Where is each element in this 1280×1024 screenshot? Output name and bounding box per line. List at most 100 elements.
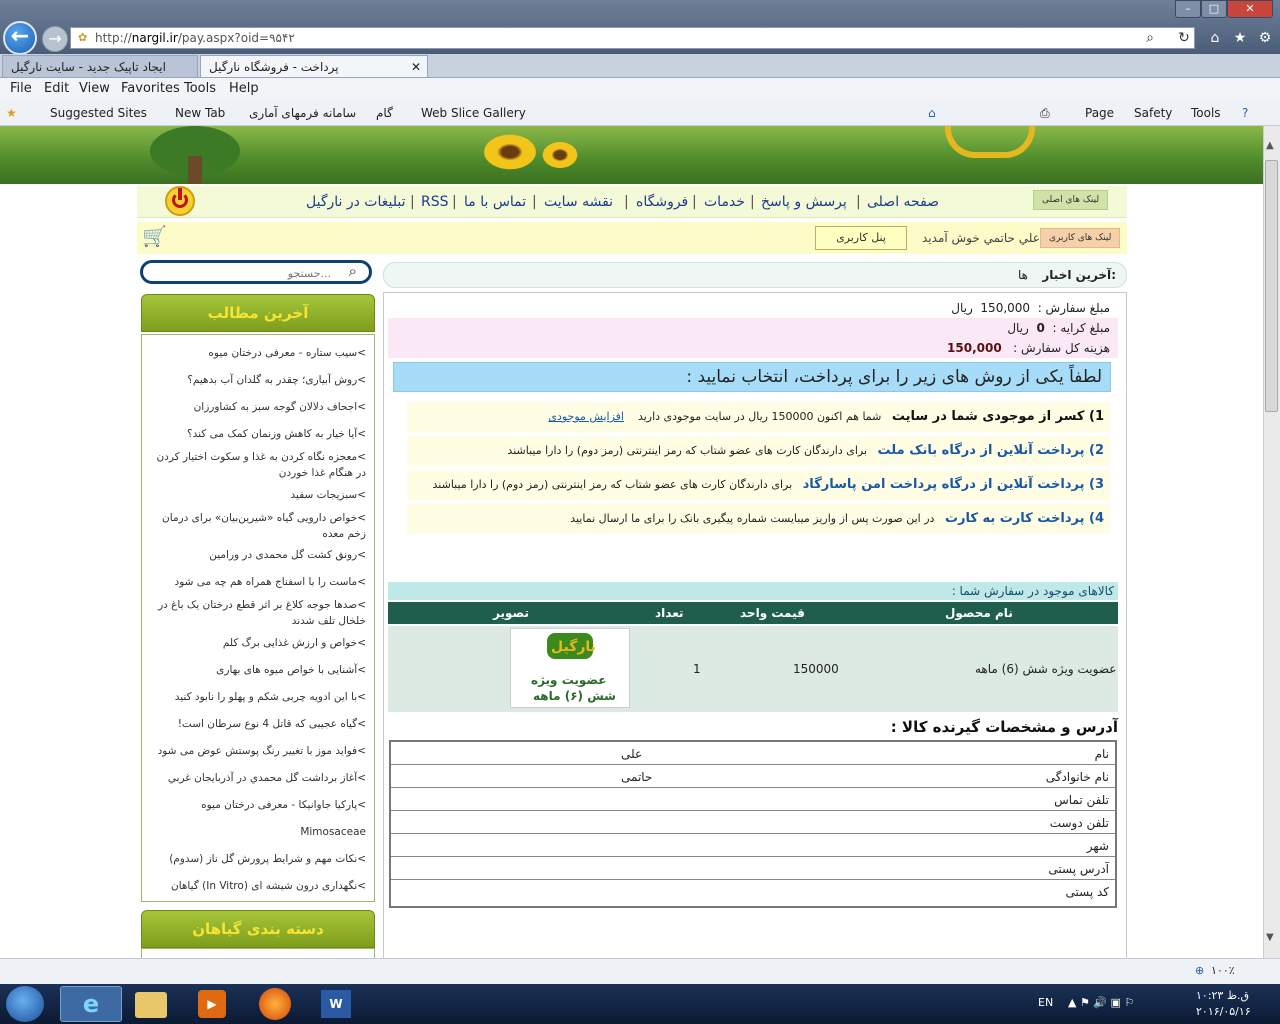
list-item[interactable]: >خواص و ارزش غذایی برگ کلم: [154, 635, 366, 651]
list-item[interactable]: >آیا خیار به کاهش وزنمان کمک می کند؟: [154, 426, 366, 442]
nav-qa[interactable]: پرسش و پاسخ: [761, 194, 847, 210]
table-row: شهر: [391, 834, 1115, 857]
maximize-button[interactable]: □: [1201, 0, 1227, 18]
taskbar-word-icon[interactable]: W: [321, 990, 351, 1018]
tab-payment[interactable]: پرداخت - فروشگاه نارگیل ✕: [200, 55, 428, 77]
tab-new-topic[interactable]: ایجاد تاپیک جدید - سایت نارگیل: [2, 55, 198, 77]
start-button[interactable]: [6, 986, 44, 1022]
list-item[interactable]: >ماست را با اسفناج همراه هم چه می شود: [154, 574, 366, 590]
list-item[interactable]: >خواص دارویی گیاه «شیرین‌بیان» برای درما…: [154, 510, 366, 542]
list-item[interactable]: >آغاز برداشت گل محمدي در آذربايجان غربي: [154, 770, 366, 786]
list-item[interactable]: Mimosaceae: [154, 824, 366, 840]
nav-sitemap[interactable]: نقشه سایت: [544, 194, 613, 210]
back-button[interactable]: ←: [3, 21, 37, 55]
clock-time[interactable]: ق.ظ ۱۰:۲۳: [1196, 989, 1249, 1002]
page-menu[interactable]: Page: [1085, 106, 1114, 120]
refresh-icon[interactable]: ↻: [1174, 28, 1194, 48]
list-item[interactable]: >نگهداری درون شیشه ای (In Vitro) گیاهان: [154, 878, 366, 894]
nav-rss[interactable]: RSS: [421, 194, 449, 210]
cart-icon[interactable]: 🛒: [142, 224, 167, 248]
menu-tools[interactable]: Tools: [184, 81, 216, 96]
fav-forms[interactable]: سامانه فرمهای آماری: [249, 106, 356, 120]
latest-news-label: آخرین اخبار:: [1042, 268, 1116, 282]
taskbar-explorer-icon[interactable]: [135, 992, 167, 1018]
plant-categories-heading: دسته بندی گیاهان: [141, 910, 375, 948]
list-item[interactable]: >اجحاف دلالان گوجه سبز به کشاورزان: [154, 399, 366, 415]
menu-help[interactable]: Help: [229, 81, 259, 96]
nav-contact[interactable]: تماس با ما: [464, 194, 526, 210]
latest-news-ticker[interactable]: ها: [1018, 268, 1028, 282]
bullet-arrow-icon: >: [357, 451, 366, 463]
list-item[interactable]: >نکات مهم و شرایط پرورش گل ناز (سدوم): [154, 851, 366, 867]
search-box[interactable]: ⌕: [140, 260, 372, 284]
recipient-address-table: نام علی نام خانوادگی حاتمی تلفن تماس تلفن …: [389, 740, 1117, 908]
list-item[interactable]: >آشنایی با خواص میوه های بهاری: [154, 662, 366, 678]
search-icon[interactable]: ⌕: [1140, 28, 1160, 48]
order-amount-row: مبلغ سفارش : 150,000 ریال: [388, 298, 1118, 318]
payment-method-card-to-card[interactable]: 4) پرداخت کارت به کارت در این صورت پس از…: [407, 504, 1110, 534]
clock-date[interactable]: ۲۰۱۶/۰۵/۱۶: [1196, 1005, 1251, 1018]
list-item[interactable]: >سبزیجات سفید: [154, 487, 366, 503]
tab-close-icon[interactable]: ✕: [411, 56, 421, 78]
safety-menu[interactable]: Safety: [1134, 106, 1172, 120]
tools-menu[interactable]: Tools: [1191, 106, 1221, 120]
home-icon[interactable]: ⌂: [928, 106, 936, 120]
close-button[interactable]: ✕: [1227, 0, 1273, 18]
order-total-row: هزینه کل سفارش : 150,000: [388, 338, 1118, 358]
favorites-star-icon[interactable]: ★: [6, 106, 17, 120]
payment-method-pasargad[interactable]: 3) پرداخت آنلاین از درگاه پرداخت امن پاس…: [407, 470, 1110, 500]
user-panel-button[interactable]: پنل کاربری: [815, 226, 907, 250]
language-indicator[interactable]: EN: [1038, 996, 1053, 1009]
product-image[interactable]: نارگیل عضویت ویژه شش (۶) ماهه: [510, 628, 630, 708]
bullet-arrow-icon: >: [357, 880, 366, 892]
forward-button[interactable]: →: [42, 26, 68, 52]
settings-gear-icon[interactable]: ⚙: [1255, 28, 1275, 48]
search-icon[interactable]: ⌕: [349, 262, 357, 280]
taskbar-firefox-icon[interactable]: [259, 988, 291, 1020]
nav-shop[interactable]: فروشگاه: [636, 194, 688, 210]
fav-new-tab[interactable]: New Tab: [175, 106, 225, 120]
bullet-arrow-icon: >: [357, 599, 366, 611]
taskbar-media-player-icon[interactable]: ▶: [198, 990, 226, 1018]
menu-favorites[interactable]: Favorites: [121, 81, 180, 96]
list-item[interactable]: >معجزه نگاه کردن به غذا و سکوت اختیار کر…: [154, 449, 366, 481]
home-icon[interactable]: ⌂: [1205, 28, 1225, 48]
bullet-arrow-icon: >: [357, 428, 366, 440]
nav-ads[interactable]: تبلیغات در نارگیل: [306, 194, 406, 210]
payment-method-mellat[interactable]: 2) پرداخت آنلاین از درگاه بانک ملت برای …: [407, 436, 1110, 466]
favorites-star-icon[interactable]: ★: [1230, 28, 1250, 48]
payment-method-wallet[interactable]: 1) کسر از موجودی شما در سایت شما هم اکنو…: [407, 402, 1110, 432]
menu-view[interactable]: View: [79, 81, 110, 96]
increase-balance-link[interactable]: افزایش موجودی: [548, 410, 624, 423]
categories-list: [141, 948, 375, 958]
address-bar[interactable]: http://nargil.ir/pay.aspx?oid=۹۵۴۲: [70, 27, 1195, 49]
list-item[interactable]: >گیاه عجیبی که قاتل 4 نوع سرطان است!: [154, 716, 366, 732]
fav-web-slice[interactable]: Web Slice Gallery: [421, 106, 526, 120]
fav-gam[interactable]: گام: [376, 106, 393, 120]
minimize-button[interactable]: –: [1175, 0, 1201, 18]
scroll-up-icon[interactable]: ▲: [1266, 140, 1274, 151]
print-icon[interactable]: ⎙: [1040, 106, 1050, 121]
bullet-arrow-icon: >: [357, 772, 366, 784]
taskbar-ie-icon[interactable]: e: [60, 986, 122, 1022]
list-item[interactable]: >فواید موز با تغییر رنگ پوستش عوض می شود: [154, 743, 366, 759]
tray-icons[interactable]: ▲ ⚑ 🔊 ▣ ⚐: [1068, 996, 1134, 1009]
menu-file[interactable]: File: [10, 81, 32, 96]
menu-edit[interactable]: Edit: [44, 81, 69, 96]
tab-label: پرداخت - فروشگاه نارگیل: [209, 60, 339, 74]
list-item[interactable]: >صدها جوجه کلاغ بر اثر قطع درختان یک باغ…: [154, 597, 366, 629]
help-icon[interactable]: ?: [1242, 106, 1248, 120]
list-item[interactable]: >روش آبیاری؛ چقدر به گلدان آب بدهیم؟: [154, 372, 366, 388]
search-input[interactable]: [151, 265, 331, 281]
zoom-level[interactable]: ۱۰۰٪: [1211, 964, 1235, 977]
list-item[interactable]: >پارکیا جاوانیکا - معرفی درختان میوه: [154, 797, 366, 813]
list-item[interactable]: >با این ادویه چربی شکم و پهلو را نابود ک…: [154, 689, 366, 705]
nav-home[interactable]: صفحه اصلی: [867, 194, 939, 210]
nav-services[interactable]: خدمات: [704, 194, 745, 210]
fav-suggested-sites[interactable]: Suggested Sites: [50, 106, 147, 120]
scrollbar-thumb[interactable]: [1265, 160, 1278, 412]
zoom-icon[interactable]: ⊕: [1195, 964, 1204, 977]
list-item[interactable]: >رونق کشت گل محمدی در ورامین: [154, 547, 366, 563]
scroll-down-icon[interactable]: ▼: [1266, 932, 1274, 943]
list-item[interactable]: >سیب ستاره - معرفی درختان میوه: [154, 345, 366, 361]
